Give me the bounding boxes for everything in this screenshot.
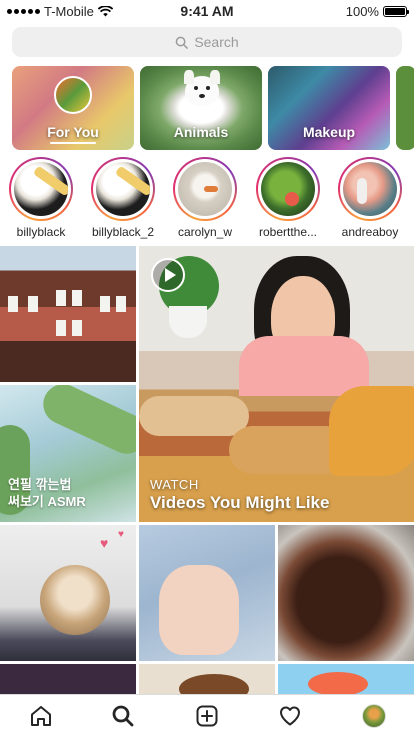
play-icon[interactable] xyxy=(151,258,185,292)
video-title: Videos You Might Like xyxy=(150,493,330,512)
tab-profile[interactable] xyxy=(361,703,387,729)
video-kicker: WATCH xyxy=(150,477,199,492)
hand-image xyxy=(159,565,239,655)
add-post-icon xyxy=(196,705,218,727)
featured-video-post[interactable]: WATCH Videos You Might Like xyxy=(139,246,414,522)
cat-image xyxy=(40,565,110,635)
topic-label: For You xyxy=(47,124,99,140)
tab-new-post[interactable] xyxy=(194,703,220,729)
topic-label: Animals xyxy=(173,124,229,140)
tab-activity[interactable] xyxy=(277,703,303,729)
grid-post[interactable] xyxy=(278,664,414,694)
for-you-avatar xyxy=(54,76,92,114)
story-avatar xyxy=(178,162,232,216)
search-input[interactable]: Search xyxy=(12,27,402,57)
profile-avatar xyxy=(362,704,386,728)
story-item[interactable]: billyblack xyxy=(0,157,82,239)
story-ring xyxy=(338,157,402,221)
grid-post[interactable]: ♥ ♥ xyxy=(0,525,136,661)
grid-post[interactable] xyxy=(0,664,136,694)
clock: 9:41 AM xyxy=(180,3,234,19)
topic-carousel[interactable]: For You Animals Makeup xyxy=(12,66,414,150)
story-username: billyblack xyxy=(16,225,66,239)
story-ring xyxy=(173,157,237,221)
status-left: T-Mobile xyxy=(7,4,157,19)
signal-icon xyxy=(7,8,40,14)
story-avatar xyxy=(343,162,397,216)
story-ring xyxy=(256,157,320,221)
tab-bar xyxy=(0,694,414,736)
carrier-name: T-Mobile xyxy=(44,3,94,19)
story-username: billyblack_2 xyxy=(91,225,155,239)
story-avatar xyxy=(261,162,315,216)
tab-home[interactable] xyxy=(28,703,54,729)
heart-sticker: ♥ xyxy=(118,529,124,540)
story-username: andreaboy xyxy=(341,225,399,239)
wifi-icon xyxy=(97,5,113,16)
topic-label: Makeup xyxy=(302,124,356,140)
topic-for-you[interactable]: For You xyxy=(12,66,134,150)
grid-post[interactable] xyxy=(139,664,275,694)
story-item[interactable]: billyblack_2 xyxy=(82,157,164,239)
explore-grid: WATCH Videos You Might Like 연필 깎는법 써보기 A… xyxy=(0,246,414,694)
heart-icon xyxy=(280,706,300,726)
story-username: robertthe... xyxy=(258,225,318,239)
battery-icon xyxy=(382,5,409,17)
status-bar: T-Mobile 9:41 AM 100% xyxy=(0,0,414,22)
topic-makeup[interactable]: Makeup xyxy=(268,66,390,150)
heart-sticker: ♥ xyxy=(100,535,109,551)
topic-animals[interactable]: Animals xyxy=(140,66,262,150)
story-avatar xyxy=(96,162,150,216)
battery-percent: 100% xyxy=(345,3,379,19)
story-username: carolyn_w xyxy=(177,225,233,239)
story-item[interactable]: carolyn_w xyxy=(164,157,246,239)
story-avatar xyxy=(14,162,68,216)
grid-post[interactable] xyxy=(278,525,414,661)
post-caption-text: 연필 깎는법 써보기 ASMR xyxy=(8,477,86,509)
tab-search[interactable] xyxy=(110,703,136,729)
topic-next-partial[interactable] xyxy=(396,66,414,150)
grid-post[interactable] xyxy=(0,246,136,382)
story-ring xyxy=(9,157,73,221)
search-placeholder: Search xyxy=(194,34,239,50)
story-item[interactable]: andreaboy xyxy=(329,157,411,239)
stories-row[interactable]: billyblack billyblack_2 carolyn_w robert… xyxy=(0,157,414,243)
status-right: 100% xyxy=(257,3,409,19)
active-underline xyxy=(50,142,96,144)
grid-post[interactable]: 연필 깎는법 써보기 ASMR xyxy=(0,385,136,522)
grid-post[interactable] xyxy=(139,525,275,661)
home-icon xyxy=(31,706,51,726)
story-ring xyxy=(91,157,155,221)
search-icon xyxy=(175,36,189,49)
story-item[interactable]: robertthe... xyxy=(247,157,329,239)
search-icon xyxy=(112,705,134,727)
